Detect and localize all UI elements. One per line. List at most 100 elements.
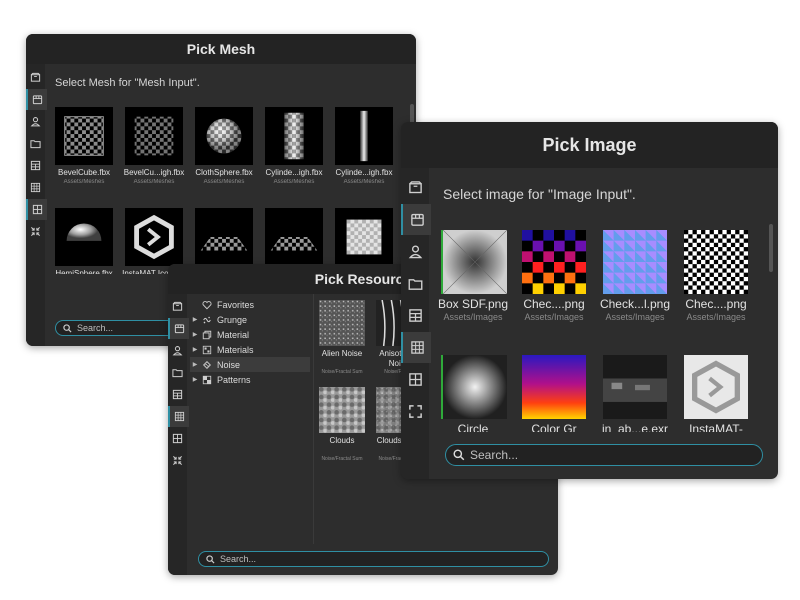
- image-thumbnail: [522, 355, 586, 419]
- resource-search-input[interactable]: Search...: [198, 551, 549, 567]
- tree-item-label: Material: [217, 329, 250, 340]
- image-item[interactable]: Circle: [441, 355, 507, 432]
- patterns-icon: [200, 374, 214, 386]
- collapse-icon: [172, 455, 183, 466]
- image-grid: Box SDF.png Assets/Images Chec....png Asset…: [431, 218, 771, 432]
- mesh-item-name: Cylinde...igh.fbx: [335, 168, 393, 177]
- tree-item-label: Patterns: [217, 374, 251, 385]
- image-item-name: Check...l.png: [599, 297, 671, 311]
- image-sidebar-button-0[interactable]: [401, 172, 429, 203]
- image-thumbnail: [684, 355, 748, 419]
- image-sidebar-button-7[interactable]: [401, 396, 429, 427]
- image-sidebar-button-2[interactable]: [401, 236, 429, 267]
- image-search-input[interactable]: Search...: [445, 444, 763, 466]
- mesh-item[interactable]: HemiSphere.fbx Assets/Meshes: [55, 208, 113, 274]
- image-item-path: Assets/Images: [443, 312, 503, 322]
- package-icon: [32, 94, 43, 105]
- image-sidebar-button-5[interactable]: [401, 332, 431, 363]
- resource-sidebar-button-5[interactable]: [168, 406, 189, 427]
- image-item[interactable]: InstaMAT-: [684, 355, 748, 432]
- search-icon: [206, 554, 215, 564]
- image-item-path: Assets/Images: [605, 312, 665, 322]
- grid-small-icon: [172, 433, 183, 444]
- image-item[interactable]: Color Gr: [522, 355, 586, 432]
- image-item-name: in_ab...e.exr: [601, 422, 669, 432]
- image-sidebar-button-6[interactable]: [401, 364, 429, 395]
- resource-sidebar-button-2[interactable]: [168, 340, 187, 361]
- image-thumbnail: [441, 230, 507, 294]
- mesh-item[interactable]: Cylinde...igh.fbx Assets/Meshes: [335, 107, 393, 195]
- image-sidebar-button-4[interactable]: [401, 300, 429, 331]
- heart-icon: [200, 299, 214, 311]
- resource-sidebar-button-6[interactable]: [168, 428, 187, 449]
- mesh-sidebar-button-0[interactable]: [26, 67, 45, 88]
- mesh-item[interactable]: BevelCu...igh.fbx Assets/Meshes: [124, 107, 184, 195]
- user-icon: [408, 244, 423, 259]
- mesh-sidebar-button-5[interactable]: [26, 177, 45, 198]
- mesh-item[interactable]: ClothSphere.fbx Assets/Meshes: [195, 107, 253, 195]
- resource-item-name: Alien Noise: [321, 349, 363, 358]
- resource-tree: Favorites ▶ Grunge ▶ Material ▶ Materials ▶ Nois…: [190, 294, 310, 414]
- mesh-prompt: Select Mesh for "Mesh Input".: [55, 77, 200, 89]
- mesh-thumbnail: [125, 208, 183, 266]
- image-item[interactable]: Chec....png Assets/Images: [684, 230, 748, 328]
- tree-item-patterns[interactable]: ▶ Patterns: [190, 372, 310, 387]
- mesh-thumbnail: [335, 208, 393, 266]
- collapse-icon: [30, 226, 41, 237]
- tree-divider: [313, 294, 314, 544]
- folder-icon: [408, 276, 423, 291]
- user-icon: [172, 345, 183, 356]
- mesh-sidebar-button-1[interactable]: [26, 89, 47, 110]
- caret-right-icon[interactable]: ▶: [190, 361, 200, 368]
- image-scrollbar[interactable]: [769, 224, 773, 272]
- image-thumbnail: [522, 230, 586, 294]
- tree-item-favorites[interactable]: Favorites: [190, 297, 310, 312]
- mesh-sidebar-button-7[interactable]: [26, 221, 45, 242]
- mesh-item-name: Cylinde...igh.fbx: [265, 168, 323, 177]
- mesh-thumbnail: [265, 107, 323, 165]
- table-icon: [172, 389, 183, 400]
- resource-sidebar-button-4[interactable]: [168, 384, 187, 405]
- image-thumbnail: [603, 230, 667, 294]
- caret-right-icon[interactable]: ▶: [190, 316, 200, 323]
- search-icon: [453, 449, 465, 461]
- image-item[interactable]: in_ab...e.exr: [602, 355, 668, 432]
- mesh-item-path: Assets/Meshes: [273, 179, 315, 185]
- resource-item[interactable]: Clouds Noise/Fractal Sum: [319, 387, 365, 463]
- mesh-sidebar-button-2[interactable]: [26, 111, 45, 132]
- image-item[interactable]: Check...l.png Assets/Images: [600, 230, 670, 328]
- mesh-item[interactable]: Cylinde...igh.fbx Assets/Meshes: [265, 107, 323, 195]
- expand-icon: [408, 404, 423, 419]
- resource-sidebar-button-3[interactable]: [168, 362, 187, 383]
- mesh-item[interactable]: BevelCube.fbx Assets/Meshes: [55, 107, 113, 195]
- mesh-search-placeholder: Search...: [77, 323, 114, 333]
- mesh-item-name: HemiSphere.fbx: [55, 269, 113, 278]
- mesh-sidebar-button-3[interactable]: [26, 133, 45, 154]
- material-icon: [200, 329, 214, 341]
- caret-right-icon[interactable]: ▶: [190, 331, 200, 338]
- grid-small-icon: [408, 372, 423, 387]
- mesh-sidebar-button-4[interactable]: [26, 155, 45, 176]
- image-item-name: Chec....png: [523, 297, 585, 311]
- image-sidebar-button-3[interactable]: [401, 268, 429, 299]
- caret-right-icon[interactable]: ▶: [190, 346, 200, 353]
- mesh-thumbnail: [55, 107, 113, 165]
- grid-icon: [174, 411, 185, 422]
- resource-item-path: Noise/Fractal Sum: [321, 369, 363, 375]
- mesh-item-name: ClothSphere.fbx: [195, 168, 253, 177]
- image-search-placeholder: Search...: [470, 448, 519, 462]
- tree-item-materials[interactable]: ▶ Materials: [190, 342, 310, 357]
- tree-item-grunge[interactable]: ▶ Grunge: [190, 312, 310, 327]
- tree-item-material[interactable]: ▶ Material: [190, 327, 310, 342]
- mesh-sidebar-button-6[interactable]: [26, 199, 47, 220]
- resource-sidebar-button-0[interactable]: [168, 296, 187, 317]
- resource-sidebar-button-7[interactable]: [168, 450, 187, 471]
- resource-sidebar-button-1[interactable]: [168, 318, 189, 339]
- resource-item-path: Noise/Fractal Sum: [321, 456, 363, 462]
- caret-right-icon[interactable]: ▶: [190, 376, 200, 383]
- tree-item-noise[interactable]: ▶ Noise: [190, 357, 310, 372]
- image-item[interactable]: Chec....png Assets/Images: [522, 230, 586, 328]
- image-item[interactable]: Box SDF.png Assets/Images: [438, 230, 508, 328]
- image-sidebar-button-1[interactable]: [401, 204, 431, 235]
- resource-item[interactable]: Alien Noise Noise/Fractal Sum: [319, 300, 365, 376]
